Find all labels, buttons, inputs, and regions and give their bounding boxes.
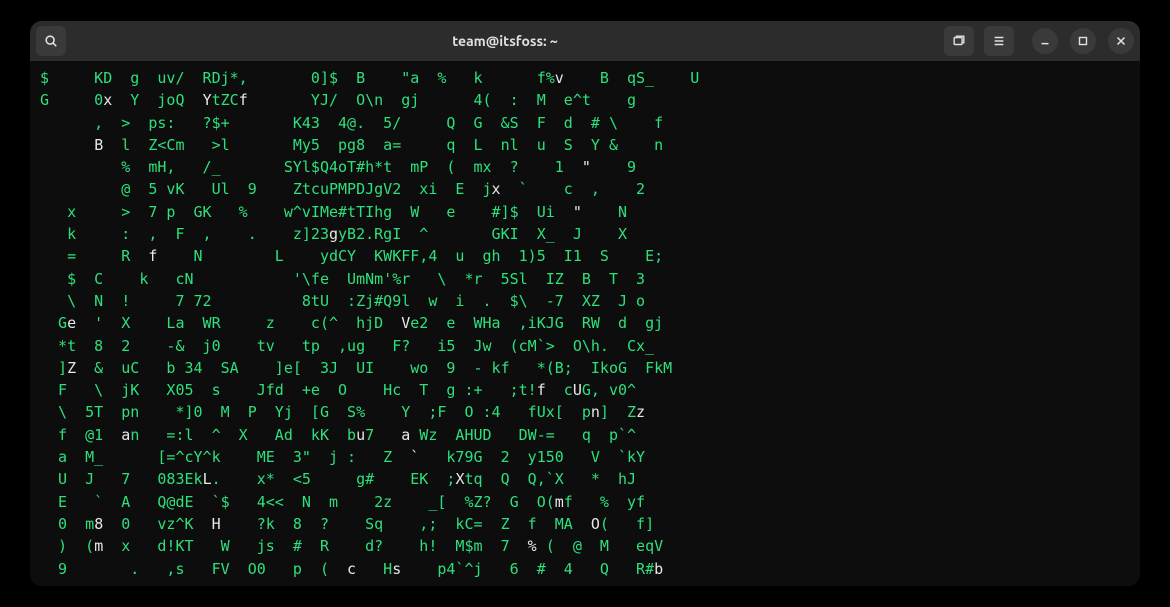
minimize-icon	[1038, 34, 1052, 48]
terminal-window: team@itsfoss: ~	[30, 21, 1140, 586]
maximize-button[interactable]	[1070, 28, 1096, 54]
search-button[interactable]	[36, 26, 66, 56]
minimize-button[interactable]	[1032, 28, 1058, 54]
hamburger-icon	[992, 34, 1006, 48]
menu-button[interactable]	[984, 26, 1014, 56]
maximize-icon	[1076, 34, 1090, 48]
new-tab-button[interactable]	[944, 26, 974, 56]
window-title: team@itsfoss: ~	[66, 33, 944, 49]
close-icon	[1114, 34, 1128, 48]
close-button[interactable]	[1108, 28, 1134, 54]
tab-icon	[952, 34, 966, 48]
terminal-output: $ KD g uv/ RDj*, 0]$ B "a % k f%v B qS_ …	[30, 61, 1140, 586]
titlebar: team@itsfoss: ~	[30, 21, 1140, 61]
search-icon	[44, 34, 58, 48]
